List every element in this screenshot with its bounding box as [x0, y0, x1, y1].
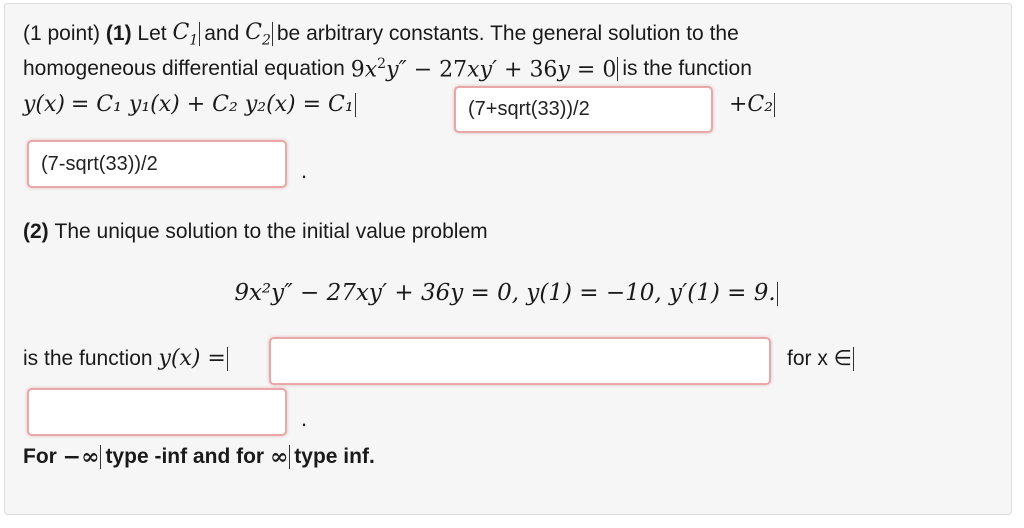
problem-line-1: (1 point) (1) Let C1 and C2 be arbitrary… — [23, 20, 739, 48]
arbitrary-constants-text: be arbitrary constants. The general solu… — [276, 22, 739, 46]
for-x-in-text: for x ∈ — [787, 346, 854, 371]
note-for-text: For — [23, 445, 57, 468]
general-solution-lhs: y(x) — [23, 92, 66, 117]
general-solution-line: y(x) = C₁ y₁(x) + C₂ y₂(x) = C₁ — [23, 92, 360, 117]
ivp-equation: 9x²y″ − 27xy′ + 36y = 0, y(1) = −10, y′(… — [234, 280, 778, 306]
general-solution-expression: = C₁ y₁(x) + C₂ y₂(x) = C₁ — [70, 92, 354, 117]
and-text: and — [204, 22, 240, 46]
period-mark: . — [301, 158, 308, 183]
answer-input-y2-value: (7-sqrt(33))/2 — [41, 152, 158, 175]
cursor-mark — [617, 57, 619, 82]
differential-equation: 9x2y″ − 27xy′ + 36y = 0 — [350, 56, 617, 83]
part1-label: (1) — [105, 22, 132, 46]
homogeneous-text: homogeneous differential equation — [23, 57, 345, 81]
note-type-pos-text: type inf. — [294, 445, 375, 468]
cursor-mark — [852, 346, 854, 371]
cursor-mark — [354, 92, 356, 117]
cursor-mark — [271, 22, 273, 47]
cursor-mark — [289, 445, 291, 469]
is-function-text: is the function — [622, 57, 752, 81]
answer-input-solution[interactable] — [269, 337, 771, 385]
c1-symbol: C1 — [172, 20, 199, 49]
cursor-mark — [776, 282, 778, 306]
plus-c2-text: +C₂ — [729, 92, 776, 117]
cursor-mark — [774, 92, 776, 117]
points-label: (1 point) — [23, 22, 101, 46]
yx-equals: y(x) = — [158, 346, 226, 371]
answer-input-y2[interactable]: (7-sqrt(33))/2 — [27, 140, 287, 188]
part2-intro-line: (2) The unique solution to the initial v… — [23, 220, 488, 244]
period-mark-2: . — [301, 406, 308, 431]
problem-panel: (1 point) (1) Let C1 and C2 be arbitrary… — [4, 3, 1012, 515]
cursor-mark — [100, 445, 102, 469]
c2-symbol: C2 — [245, 20, 271, 49]
answer-input-interval[interactable] — [27, 388, 287, 436]
cursor-mark — [226, 346, 228, 371]
cursor-mark — [199, 22, 201, 47]
neg-infinity-symbol: −∞ — [62, 444, 100, 470]
problem-line-2: homogeneous differential equation 9x2y″ … — [23, 56, 752, 82]
answer-input-y1[interactable]: (7+sqrt(33))/2 — [454, 86, 713, 133]
let-text: Let — [137, 22, 167, 46]
part2-intro-text: The unique solution to the initial value… — [54, 220, 488, 243]
part2-label: (2) — [23, 220, 49, 243]
is-function-text-2: is the function — [23, 346, 153, 370]
infinity-note: For −∞ type -inf and for ∞ type inf. — [23, 444, 375, 470]
pos-infinity-symbol: ∞ — [269, 444, 289, 470]
note-type-neg-text: type -inf and for — [105, 445, 265, 468]
part2-answer-line: is the function y(x) = — [23, 346, 232, 371]
answer-input-y1-value: (7+sqrt(33))/2 — [468, 98, 590, 120]
